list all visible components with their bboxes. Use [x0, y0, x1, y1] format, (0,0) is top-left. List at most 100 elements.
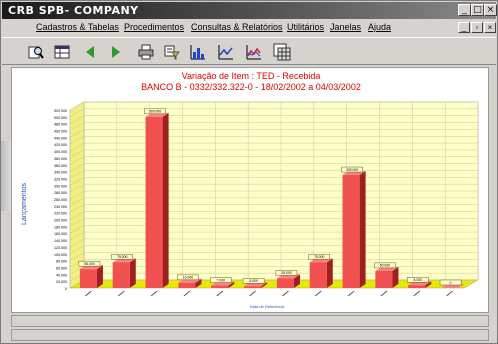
- status-bar-top: [11, 315, 489, 327]
- back-arrow-icon[interactable]: [80, 42, 100, 62]
- data-label: 5.000: [249, 279, 258, 283]
- mdi-close-button[interactable]: ×: [484, 22, 496, 33]
- x-axis-label: Data de Referência: [250, 304, 285, 309]
- menu-bar: Cadastros & Tabelas Procedimentos Consul…: [2, 20, 496, 36]
- bar: [276, 278, 294, 288]
- x-tick-label: [249, 290, 256, 297]
- y-tick-label: 400.000: [54, 150, 67, 154]
- grid-chart-icon[interactable]: [272, 42, 292, 62]
- data-label: 55.000: [84, 262, 94, 266]
- y-tick-label: 340.000: [54, 171, 67, 175]
- mdi-minimize-button[interactable]: _: [458, 22, 470, 33]
- chart-window: Variação de Item : TED - Recebida BANCO …: [11, 67, 489, 313]
- bar-side: [129, 258, 136, 288]
- bar: [178, 282, 196, 288]
- x-tick-label: [183, 290, 191, 297]
- menu-consultas[interactable]: Consultas & Relatórios: [191, 22, 283, 32]
- menu-utilitarios[interactable]: Utilitários: [287, 22, 324, 32]
- y-tick-label: 240.000: [54, 205, 67, 209]
- bar: [244, 286, 262, 288]
- data-label: 75.000: [314, 255, 324, 259]
- x-tick-label: [446, 290, 453, 297]
- y-tick-label: 480.000: [54, 123, 67, 127]
- bar: [79, 269, 97, 288]
- data-label: 7.000: [217, 278, 226, 282]
- left-decoration: [1, 141, 11, 211]
- forward-arrow-icon[interactable]: [106, 42, 126, 62]
- y-tick-label: 100.000: [54, 253, 67, 257]
- x-tick-label: [150, 290, 158, 297]
- area-chart-icon[interactable]: [244, 42, 264, 62]
- data-label: 15.000: [183, 276, 193, 280]
- menu-cadastros[interactable]: Cadastros & Tabelas: [36, 22, 119, 32]
- data-label: 28.000: [281, 271, 291, 275]
- toolbar: [2, 37, 496, 65]
- bar-side: [162, 112, 169, 288]
- y-tick-label: 460.000: [54, 130, 67, 134]
- mdi-restore-button[interactable]: ▫: [471, 22, 483, 33]
- x-tick-label: [314, 290, 322, 297]
- x-tick-label: [380, 290, 388, 297]
- y-tick-label: 0: [65, 287, 67, 291]
- data-label: 75.000: [117, 255, 127, 259]
- y-tick-label: 500.000: [54, 116, 67, 120]
- close-button[interactable]: ×: [484, 4, 497, 16]
- application-window: CRB SPB- COMPANY _ □ × Cadastros & Tabel…: [0, 0, 498, 344]
- x-tick-label: [216, 290, 224, 297]
- y-tick-label: 320.000: [54, 177, 67, 181]
- bar: [309, 262, 327, 288]
- menu-ajuda[interactable]: Ajuda: [368, 22, 391, 32]
- menu-procedimentos[interactable]: Procedimentos: [124, 22, 184, 32]
- table-icon[interactable]: [52, 42, 72, 62]
- chart-title: Variação de Item : TED - Recebida: [181, 71, 321, 81]
- y-tick-label: 20.000: [56, 280, 67, 284]
- x-tick-label: [85, 290, 92, 297]
- bar-chart: 0 20.000 40.000 60.000 80.000 100.000 120.000 1…: [21, 101, 479, 309]
- y-tick-label: 200.000: [54, 219, 67, 223]
- y-tick-label: 60.000: [56, 266, 67, 270]
- title-bar[interactable]: CRB SPB- COMPANY _ □ ×: [2, 2, 497, 19]
- data-label: 0: [450, 281, 452, 285]
- chart-subtitle: BANCO B - 0332/332.322-0 - 18/02/2002 a …: [141, 82, 361, 92]
- window-title: CRB SPB- COMPANY: [8, 4, 139, 17]
- data-label: 500.000: [149, 110, 161, 114]
- bar-chart-icon[interactable]: [188, 42, 208, 62]
- data-label: 330.000: [346, 168, 358, 172]
- bar-side: [359, 171, 366, 288]
- line-chart-icon[interactable]: [216, 42, 236, 62]
- bar: [211, 285, 229, 288]
- y-tick-label: 220.000: [54, 212, 67, 216]
- bar: [112, 262, 130, 288]
- filter-icon[interactable]: [162, 42, 182, 62]
- x-tick-label: [413, 290, 421, 297]
- y-tick-label: 260.000: [54, 198, 67, 202]
- y-tick-label: 160.000: [54, 232, 67, 236]
- y-tick-label: 360.000: [54, 164, 67, 168]
- bar: [408, 285, 426, 288]
- y-tick-label: 140.000: [54, 239, 67, 243]
- y-tick-label: 120.000: [54, 246, 67, 250]
- bar: [375, 270, 393, 288]
- y-tick-label: 380.000: [54, 157, 67, 161]
- bar: [145, 116, 163, 288]
- minimize-button[interactable]: _: [458, 4, 471, 16]
- x-tick-label: [117, 290, 125, 297]
- bar-side: [96, 265, 103, 288]
- search-icon[interactable]: [26, 42, 46, 62]
- x-tick-label: [347, 290, 355, 297]
- y-tick-label: 420.000: [54, 143, 67, 147]
- y-tick-label: 40.000: [56, 273, 67, 277]
- print-icon[interactable]: [136, 42, 156, 62]
- x-tick-label: [282, 290, 289, 297]
- y-tick-label: 300.000: [54, 184, 67, 188]
- y-tick-label: 280.000: [54, 191, 67, 195]
- data-label: 50.000: [380, 264, 390, 268]
- bar: [342, 175, 360, 288]
- y-tick-label: 180.000: [54, 225, 67, 229]
- menu-janelas[interactable]: Janelas: [330, 22, 361, 32]
- status-bar-bottom: [11, 329, 489, 341]
- maximize-button[interactable]: □: [471, 4, 484, 16]
- y-tick-label: 520.000: [54, 109, 67, 113]
- data-label: 8.000: [414, 278, 423, 282]
- y-tick-label: 440.000: [54, 136, 67, 140]
